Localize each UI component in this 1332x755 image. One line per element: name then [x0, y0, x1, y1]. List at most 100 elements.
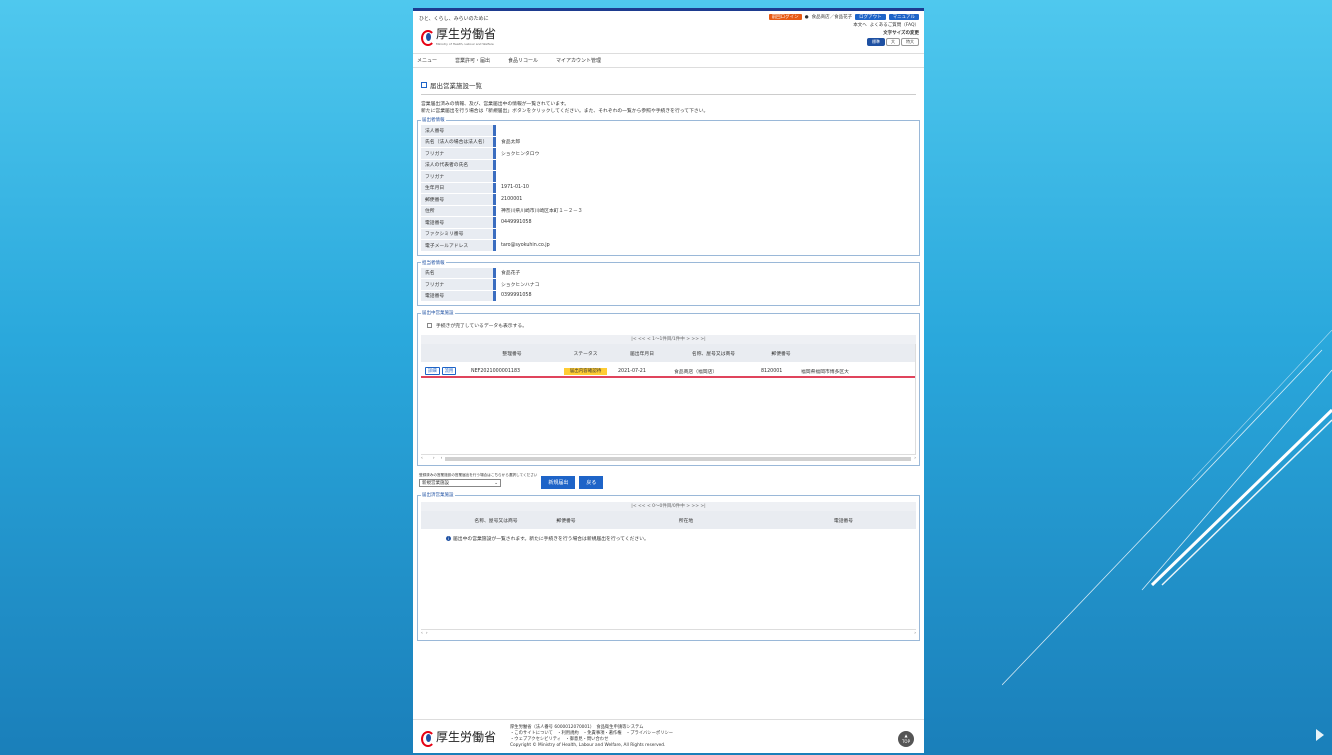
- col-zip: 郵便番号: [771, 351, 791, 357]
- status-badge: 届出内容確認待: [563, 368, 608, 375]
- intro-text: 営業届出済みの情報、及び、営業届出中の情報が一覧されています。 新たに営業届出を…: [421, 101, 916, 115]
- horizontal-scrollbar[interactable]: ‹ › ›: [421, 629, 916, 637]
- table-row: 詳細 流用 NEF2021000001183 届出内容確認待 2021-07-2…: [421, 366, 915, 378]
- cell-number: NEF2021000001183: [471, 368, 521, 374]
- field-value: 0449991058: [501, 219, 532, 225]
- new-filing-button[interactable]: 新規届出: [541, 476, 576, 489]
- font-size-standard-button[interactable]: 標準: [867, 38, 885, 46]
- pagination[interactable]: |< << < 0〜0件目/0件中 > >> >|: [421, 502, 916, 511]
- form-row: 生年月日 1971-01-10: [421, 182, 916, 194]
- logo-subtext: Ministry of Health, Labour and Welfare: [436, 42, 494, 46]
- col-date: 届出年月日: [630, 351, 654, 357]
- field-label: 法人の代表者の氏名: [421, 159, 496, 170]
- horizontal-scrollbar[interactable]: ‹ › ‹ ›: [421, 454, 916, 462]
- footer-logo[interactable]: 厚生労働省: [419, 728, 496, 747]
- header: ひと、くらし、みらいのために 厚生労働省 Ministry of Health,…: [413, 11, 924, 53]
- completed-section: 届出済営業施設 |< << < 0〜0件目/0件中 > >> >| 名称、屋号又…: [417, 492, 920, 641]
- field-label: 氏名（法人の場合は法人名）: [421, 136, 496, 147]
- field-label: 氏名: [421, 267, 496, 278]
- contact-info-legend: 担当者情報: [422, 260, 445, 266]
- facility-select-value: 新規営業施設: [422, 481, 449, 486]
- in-progress-table: 整理番号 ステータス 届出年月日 名称、屋号又は商号 郵便番号 詳細 流用 NE…: [421, 344, 916, 454]
- user-icon: ●: [804, 14, 809, 20]
- slide-next-icon[interactable]: [1316, 729, 1324, 741]
- field-value: 1971-01-10: [501, 185, 529, 191]
- back-button[interactable]: 戻る: [579, 476, 604, 489]
- field-value: [496, 125, 916, 136]
- completed-table: i 届出中の営業施設が一覧されます。新たに手続きを行う場合は新規届出を行ってくだ…: [421, 529, 916, 629]
- scrollbar-thumb[interactable]: [445, 456, 912, 461]
- intro-line-1: 営業届出済みの情報、及び、営業届出中の情報が一覧されています。: [421, 102, 570, 107]
- field-label: フリガナ: [421, 148, 496, 159]
- col-name: 名称、屋号又は商号: [474, 518, 518, 524]
- form-row: 法人番号: [421, 125, 916, 137]
- nav-food-recall[interactable]: 食品リコール: [508, 57, 538, 64]
- table-header: 整理番号 ステータス 届出年月日 名称、屋号又は商号 郵便番号: [421, 344, 915, 362]
- facility-select[interactable]: 新規営業施設 ⌄: [419, 479, 501, 487]
- field-label: 郵便番号: [421, 194, 496, 205]
- main-nav: メニュー 営業許可・届出 食品リコール マイアカウント管理: [413, 53, 924, 68]
- footer: 厚生労働省 厚生労働省（法人番号 6000012070001） 食品衛生申請等シ…: [413, 719, 924, 753]
- field-value: taro@syokuhin.co.jp: [501, 242, 550, 248]
- nav-my-account[interactable]: マイアカウント管理: [556, 57, 601, 64]
- show-completed-checkbox[interactable]: [427, 323, 432, 328]
- footer-line-2[interactable]: ・このサイトについて ・利用規約 ・免責事項・著作権 ・プライバシーポリシー: [510, 731, 673, 737]
- manual-button[interactable]: マニュアル: [888, 14, 919, 20]
- header-tools: 前回ログイン ● 食品商店／食品花子 ログアウト マニュアル 本文へ よくあるご…: [768, 14, 919, 46]
- form-row: 電話番号 0449991058: [421, 217, 916, 229]
- top-label: TOP: [901, 739, 910, 744]
- mhlw-logo-icon: [419, 29, 435, 46]
- field-value: 食品太郎: [501, 140, 521, 146]
- nav-menu[interactable]: メニュー: [417, 57, 437, 64]
- field-label: 電話番号: [421, 217, 496, 228]
- copy-button[interactable]: 流用: [441, 367, 457, 375]
- scroll-right-small-icon[interactable]: ›: [433, 456, 435, 461]
- col-phone: 電話番号: [833, 518, 854, 524]
- footer-links: 厚生労働省（法人番号 6000012070001） 食品衛生申請等システム ・こ…: [510, 725, 673, 749]
- empty-message: i 届出中の営業施設が一覧されます。新たに手続きを行う場合は新規届出を行ってくだ…: [421, 529, 916, 542]
- table-header: 名称、屋号又は商号 郵便番号 所在地 電話番号: [421, 511, 916, 529]
- field-label: 生年月日: [421, 182, 496, 193]
- field-value: 2100001: [501, 196, 523, 202]
- page-title: 届出営業施設一覧: [421, 80, 916, 95]
- font-size-large-button[interactable]: 大: [886, 38, 900, 46]
- field-label: フリガナ: [421, 171, 496, 182]
- form-row: 氏名 食品花子: [421, 267, 916, 279]
- font-size-extra-button[interactable]: 特大: [901, 38, 919, 46]
- empty-message-text: 届出中の営業施設が一覧されます。新たに手続きを行う場合は新規届出を行ってください…: [453, 537, 649, 542]
- form-row: フリガナ ショクヒンハナコ: [421, 279, 916, 291]
- detail-button[interactable]: 詳細: [425, 367, 440, 375]
- field-value: ショクヒンタロウ: [501, 151, 540, 157]
- scroll-left-icon[interactable]: ‹: [421, 631, 423, 636]
- scroll-right-icon[interactable]: ›: [914, 631, 916, 636]
- scroll-left-small-icon[interactable]: ‹: [441, 456, 443, 461]
- field-label: 電話番号: [421, 290, 496, 301]
- field-label: ファクシミリ番号: [421, 228, 496, 239]
- page-title-text: 届出営業施設一覧: [430, 82, 482, 90]
- field-label: フリガナ: [421, 279, 496, 290]
- in-progress-section: 届出中営業施設 手続きが完了しているデータも表示する。 |< << < 1〜1件…: [417, 310, 920, 466]
- show-completed-row[interactable]: 手続きが完了しているデータも表示する。: [421, 318, 916, 333]
- scroll-left-icon[interactable]: ‹: [421, 456, 423, 461]
- scroll-right-icon[interactable]: ›: [914, 456, 916, 461]
- info-icon: i: [446, 536, 451, 541]
- col-status: ステータス: [573, 351, 598, 357]
- document-icon: [421, 82, 427, 88]
- col-address: 所在地: [678, 518, 694, 524]
- copyright: Copyright © Ministry of Health, Labour a…: [510, 742, 666, 748]
- logout-button[interactable]: ログアウト: [855, 14, 886, 20]
- faq-link[interactable]: よくあるご質問（FAQ）: [870, 22, 919, 28]
- cell-zip: 8120001: [761, 368, 783, 374]
- to-main-link[interactable]: 本文へ: [853, 22, 867, 28]
- show-completed-label: 手続きが完了しているデータも表示する。: [436, 324, 527, 329]
- field-value: [496, 229, 916, 240]
- back-to-top-button[interactable]: ▲ TOP: [898, 731, 914, 747]
- form-row: 氏名（法人の場合は法人名） 食品太郎: [421, 136, 916, 148]
- scroll-right-small-icon[interactable]: ›: [426, 631, 428, 636]
- col-name: 名称、屋号又は商号: [691, 351, 736, 357]
- field-label: 法人番号: [421, 125, 496, 136]
- nav-business-permit[interactable]: 営業許可・届出: [455, 57, 490, 64]
- pagination[interactable]: |< << < 1〜1件目/1件中 > >> >|: [421, 335, 916, 344]
- chevron-down-icon: ⌄: [494, 480, 498, 486]
- cell-name: 食品商店（福岡店）: [674, 369, 718, 375]
